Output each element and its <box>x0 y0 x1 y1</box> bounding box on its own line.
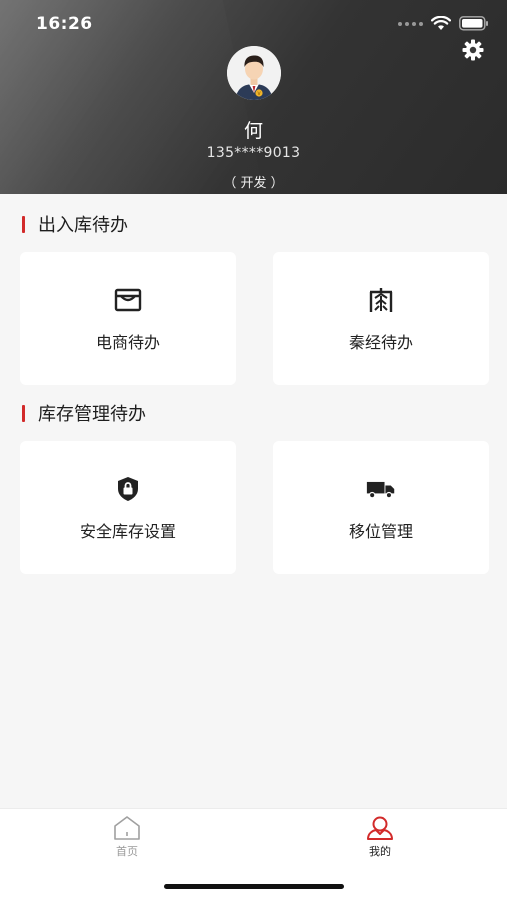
user-icon <box>367 816 393 840</box>
tab-home[interactable]: 首页 <box>77 815 177 859</box>
user-avatar-icon: V <box>227 46 281 100</box>
user-role: （ 开发 ） <box>223 176 284 191</box>
card-label: 移位管理 <box>348 521 413 541</box>
truck-icon <box>366 474 396 504</box>
card-label: 秦经待办 <box>348 332 413 352</box>
home-indicator[interactable] <box>164 884 344 889</box>
avatar[interactable]: V <box>227 46 281 100</box>
shield-lock-icon <box>113 474 143 504</box>
tab-mine-label: 我的 <box>369 845 391 858</box>
battery-icon <box>459 16 488 31</box>
qin-icon <box>366 285 396 315</box>
section-accent-bar <box>22 404 25 422</box>
user-name: 何 <box>243 120 263 142</box>
home-icon <box>114 816 140 840</box>
section-title-text: 库存管理待办 <box>38 404 146 425</box>
tab-home-label: 首页 <box>116 845 138 858</box>
card-ecommerce-todo[interactable]: 电商待办 <box>20 252 236 385</box>
settings-gear-icon[interactable] <box>461 38 485 62</box>
user-phone: 135****9013 <box>206 145 301 161</box>
tab-mine[interactable]: 我的 <box>330 815 430 859</box>
card-safety-stock-settings[interactable]: 安全库存设置 <box>20 441 236 574</box>
cellular-signal-icon <box>398 21 423 26</box>
store-icon <box>113 285 143 315</box>
section-accent-bar <box>22 215 25 233</box>
section-title-inventory: 库存管理待办 <box>22 400 146 426</box>
card-label: 安全库存设置 <box>79 521 176 541</box>
section-title-inout: 出入库待办 <box>22 211 128 237</box>
wifi-icon <box>431 16 451 30</box>
card-label: 电商待办 <box>95 332 160 352</box>
profile-header: 16:26 V 何 135****9013 （ 开发 ） <box>0 0 507 194</box>
status-time: 16:26 <box>36 14 93 34</box>
card-relocation-management[interactable]: 移位管理 <box>273 441 489 574</box>
card-qin-todo[interactable]: 秦经待办 <box>273 252 489 385</box>
status-indicators <box>398 16 489 31</box>
section-title-text: 出入库待办 <box>38 215 128 236</box>
